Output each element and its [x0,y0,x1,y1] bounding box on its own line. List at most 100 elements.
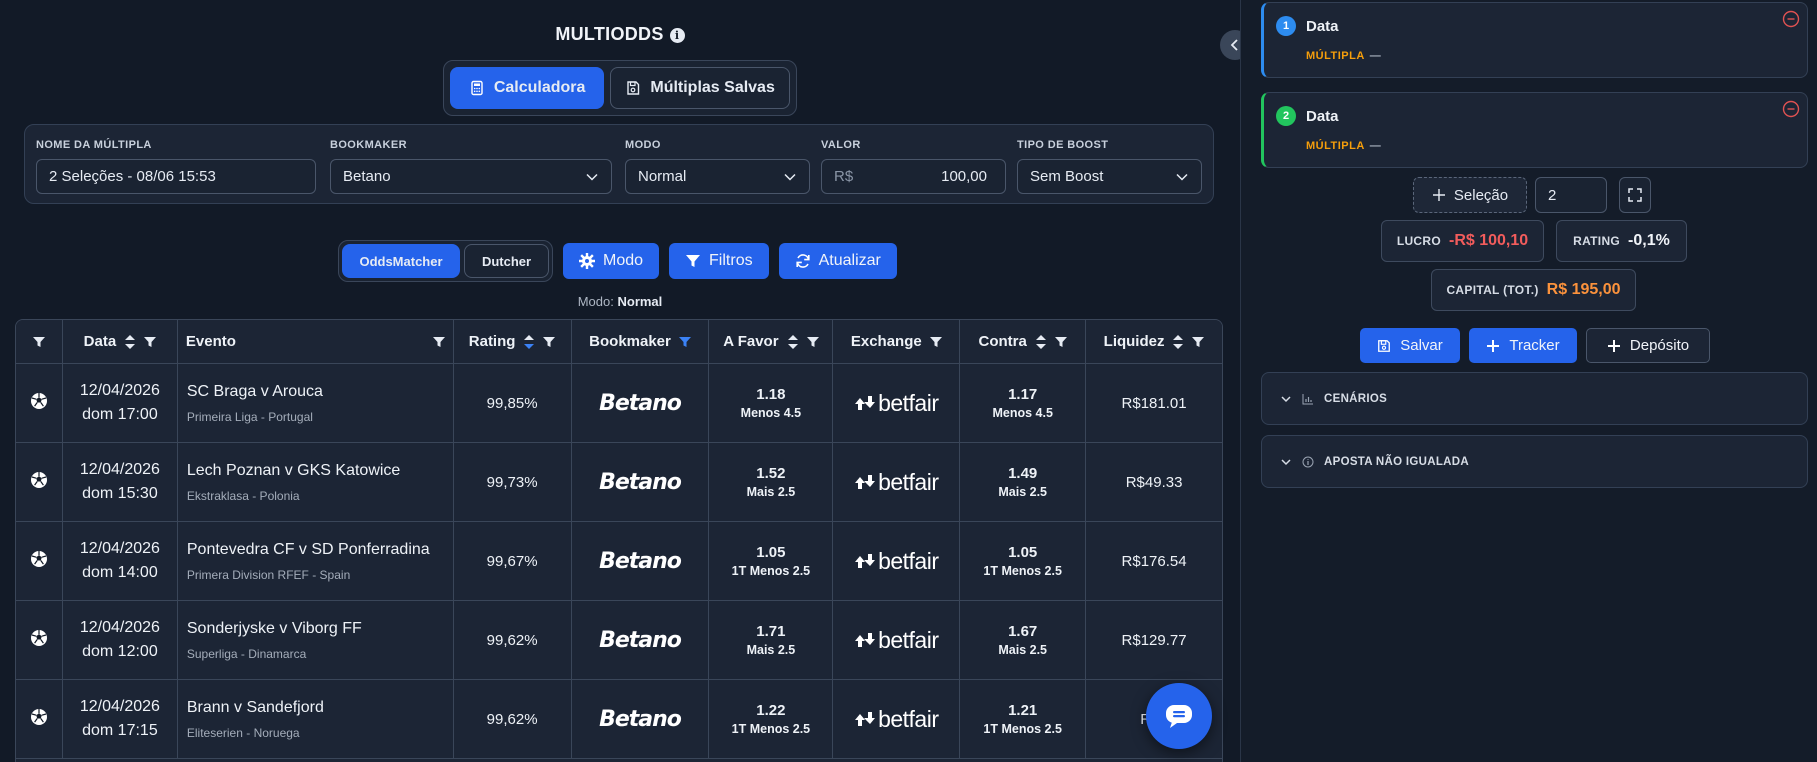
favor-cell[interactable]: 1.52 Mais 2.5 [709,443,834,521]
modo-button[interactable]: Modo [563,243,660,279]
favor-market: 1T Menos 2.5 [731,564,811,578]
event-cell[interactable]: Sonderjyske v Viborg FF Superliga - Dinam… [178,601,454,679]
exchange-cell[interactable]: betfair [833,443,961,521]
add-selection-button[interactable]: Seleção [1413,177,1527,213]
info-icon[interactable]: i [669,28,685,43]
chat-button[interactable] [1146,683,1212,749]
filter-active-icon[interactable] [678,336,691,348]
deposito-button[interactable]: Depósito [1586,328,1710,363]
modo-select[interactable]: Normal [625,159,810,194]
fullscreen-button[interactable] [1619,177,1651,213]
favor-cell[interactable]: 1.22 1T Menos 2.5 [709,680,834,758]
sort-icon[interactable] [787,334,799,350]
table-row[interactable]: 12/04/2026 dom 15:30 Lech Poznan v GKS Kat… [16,443,1222,522]
table-row[interactable]: 12/04/2026 dom 14:00 Pontevedra CF v SD Po… [16,522,1222,601]
event-cell[interactable]: Brann v Sandefjord Eliteserien - Noruega [178,680,454,758]
filter-icon[interactable] [929,336,942,348]
filter-icon[interactable] [1054,336,1067,348]
save-icon [1378,339,1391,352]
exchange-cell[interactable]: betfair [833,601,961,679]
exchange-name: betfair [878,705,939,732]
filter-icon[interactable] [806,336,819,348]
header-liquidez[interactable]: Liquidez [1086,320,1222,363]
lucro-value: -R$ 100,10 [1449,232,1529,249]
sort-desc-icon[interactable] [523,334,535,350]
header-a-favor[interactable]: A Favor [709,320,834,363]
plus-icon [1432,189,1445,201]
betfair-logo: betfair [854,627,939,654]
bookmaker-cell[interactable]: Betano [572,601,710,679]
bookmaker-cell[interactable]: Betano [572,364,710,442]
betfair-logo: betfair [854,548,939,575]
nome-input[interactable]: 2 Seleções - 08/06 15:53 [36,159,316,194]
table-row[interactable]: 12/04/2026 dom 17:15 Brann v Sandefjord Eli… [16,680,1222,759]
header-exchange[interactable]: Exchange [833,320,961,363]
boost-select[interactable]: Sem Boost [1017,159,1202,194]
header-data[interactable]: Data [63,320,178,363]
selection-count-input[interactable]: 2 [1535,177,1607,213]
tracker-button[interactable]: Tracker [1469,328,1577,363]
sort-icon[interactable] [124,334,136,350]
bookmaker-cell[interactable]: Betano [572,443,710,521]
exchange-cell[interactable]: betfair [833,680,961,758]
salvar-button[interactable]: Salvar [1360,328,1460,363]
event-cell[interactable]: SC Braga v Arouca Primeira Liga - Portuga… [178,364,454,442]
filter-icon[interactable] [1192,336,1205,348]
remove-icon[interactable] [1782,100,1800,118]
bookmaker-cell[interactable]: Betano [572,522,710,600]
favor-cell[interactable]: 1.05 1T Menos 2.5 [709,522,834,600]
remove-icon[interactable] [1782,10,1800,28]
contra-cell[interactable]: 1.21 1T Menos 2.5 [960,680,1087,758]
bookmaker-value: Betano [343,168,391,185]
odds-table: Data Evento Rating Bookmaker A Favor Exc… [15,319,1223,762]
event-league: Primeira Liga - Portugal [186,409,313,424]
exchange-cell[interactable]: betfair [833,364,961,442]
oddsmatcher-toggle[interactable]: OddsMatcher [342,244,460,278]
page-title: MULTIODDS i [0,24,1240,45]
contra-cell[interactable]: 1.49 Mais 2.5 [960,443,1087,521]
cenarios-accordion[interactable]: CENÁRIOS [1261,372,1808,425]
tab-calculadora[interactable]: Calculadora [450,67,605,109]
header-contra[interactable]: Contra [960,320,1087,363]
favor-cell[interactable]: 1.71 Mais 2.5 [709,601,834,679]
sort-icon[interactable] [1035,334,1047,350]
table-row[interactable]: 12/04/2026 dom 12:00 Sonderjyske v Viborg … [16,601,1222,680]
header-rating[interactable]: Rating [454,320,572,363]
exchange-cell[interactable]: betfair [833,522,961,600]
nome-value: 2 Seleções - 08/06 15:53 [49,168,216,185]
favor-cell[interactable]: 1.18 Menos 4.5 [709,364,834,442]
selection-card[interactable]: 1 Data MÚLTIPLA — [1261,2,1808,78]
valor-input[interactable]: R$ 100,00 [821,159,1006,194]
favor-market: Mais 2.5 [746,643,796,657]
event-name: Pontevedra CF v SD Ponferradina [186,540,430,558]
sport-filter-header[interactable] [16,320,63,363]
contra-cell[interactable]: 1.17 Menos 4.5 [960,364,1087,442]
dutcher-toggle[interactable]: Dutcher [464,244,549,278]
filtros-button[interactable]: Filtros [669,243,769,279]
table-row[interactable]: 12/04/2026 dom 17:00 SC Braga v Arouca Prim… [16,364,1222,443]
tab-calculadora-label: Calculadora [493,79,586,96]
liquidez-cell: R$129.77 [1086,601,1222,679]
betano-logo: Betano [599,390,682,416]
liquidez-cell: R$176.54 [1086,522,1222,600]
filter-icon[interactable] [432,336,445,348]
contra-cell[interactable]: 1.05 1T Menos 2.5 [960,522,1087,600]
tab-multiplas-salvas[interactable]: Múltiplas Salvas [610,67,790,109]
chevron-down-icon [1281,395,1291,402]
aposta-nao-igualada-accordion[interactable]: APOSTA NÃO IGUALADA [1261,435,1808,488]
selection-card[interactable]: 2 Data MÚLTIPLA — [1261,92,1808,168]
header-evento[interactable]: Evento [178,320,454,363]
date-cell: 12/04/2026 dom 12:00 [63,601,178,679]
filter-icon[interactable] [144,336,157,348]
atualizar-button[interactable]: Atualizar [778,243,897,279]
contra-cell[interactable]: 1.67 Mais 2.5 [960,601,1087,679]
rating-cell: 99,62% [454,601,572,679]
event-cell[interactable]: Lech Poznan v GKS Katowice Ekstraklasa - … [178,443,454,521]
bookmaker-select[interactable]: Betano [330,159,612,194]
filter-icon[interactable] [543,336,556,348]
bookmaker-cell[interactable]: Betano [572,680,710,758]
sort-icon[interactable] [1172,334,1184,350]
header-bookmaker[interactable]: Bookmaker [572,320,710,363]
event-cell[interactable]: Pontevedra CF v SD Ponferradina Primera D… [178,522,454,600]
boost-label: TIPO DE BOOST [1017,139,1109,151]
